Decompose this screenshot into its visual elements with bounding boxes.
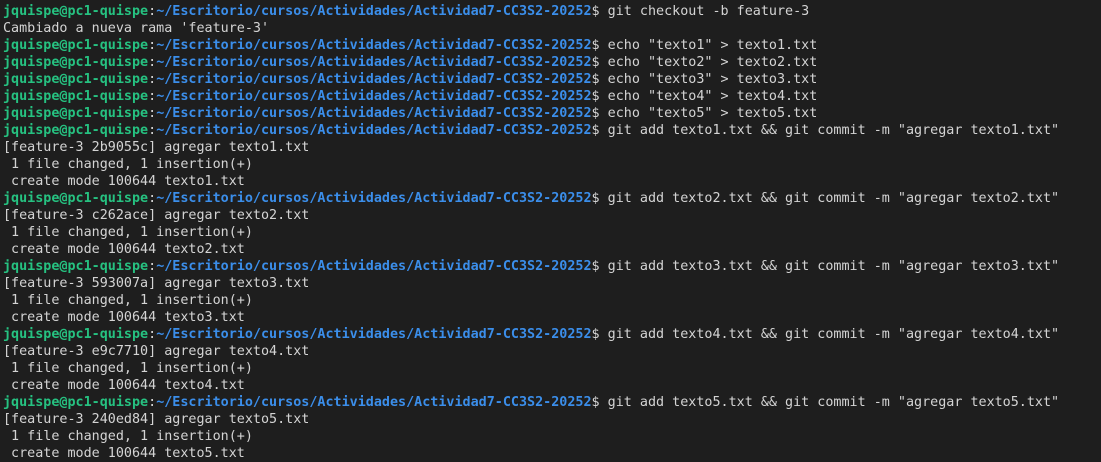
prompt-user: jquispe@pc1-quispe xyxy=(3,4,149,19)
prompt-path: ~/Escritorio/cursos/Actividades/Activida… xyxy=(156,259,592,274)
command-text: git add texto2.txt && git commit -m "agr… xyxy=(607,191,1060,206)
prompt-symbol: $ xyxy=(591,259,608,274)
prompt-user: jquispe@pc1-quispe xyxy=(3,259,149,274)
output-text: [feature-3 593007a] agregar texto3.txt xyxy=(3,276,310,291)
prompt-symbol: $ xyxy=(591,4,608,19)
output-text: [feature-3 240ed84] agregar texto5.txt xyxy=(3,412,310,427)
prompt-line: jquispe@pc1-quispe:~/Escritorio/cursos/A… xyxy=(3,105,1101,122)
prompt-symbol: $ xyxy=(591,38,608,53)
output-text: 1 file changed, 1 insertion(+) xyxy=(3,157,253,172)
prompt-path: ~/Escritorio/cursos/Actividades/Activida… xyxy=(156,327,592,342)
output-text: Cambiado a nueva rama 'feature-3' xyxy=(3,21,270,36)
command-text: git add texto1.txt && git commit -m "agr… xyxy=(607,123,1060,138)
command-text: echo "texto1" > texto1.txt xyxy=(607,38,818,53)
output-line: create mode 100644 texto2.txt xyxy=(3,241,1101,258)
output-text: 1 file changed, 1 insertion(+) xyxy=(3,293,253,308)
prompt-separator: : xyxy=(148,72,157,87)
prompt-path: ~/Escritorio/cursos/Actividades/Activida… xyxy=(156,55,592,70)
prompt-separator: : xyxy=(148,395,157,410)
output-line: [feature-3 c262ace] agregar texto2.txt xyxy=(3,207,1101,224)
output-text: create mode 100644 texto5.txt xyxy=(3,446,245,461)
command-text: git add texto3.txt && git commit -m "agr… xyxy=(607,259,1060,274)
output-line: 1 file changed, 1 insertion(+) xyxy=(3,224,1101,241)
output-text: 1 file changed, 1 insertion(+) xyxy=(3,361,253,376)
output-line: create mode 100644 texto1.txt xyxy=(3,173,1101,190)
prompt-user: jquispe@pc1-quispe xyxy=(3,55,149,70)
prompt-user: jquispe@pc1-quispe xyxy=(3,38,149,53)
output-line: Cambiado a nueva rama 'feature-3' xyxy=(3,20,1101,37)
prompt-separator: : xyxy=(148,55,157,70)
output-line: 1 file changed, 1 insertion(+) xyxy=(3,360,1101,377)
command-text: echo "texto3" > texto3.txt xyxy=(607,72,818,87)
output-text: 1 file changed, 1 insertion(+) xyxy=(3,429,253,444)
prompt-path: ~/Escritorio/cursos/Actividades/Activida… xyxy=(156,395,592,410)
prompt-path: ~/Escritorio/cursos/Actividades/Activida… xyxy=(156,123,592,138)
output-text: [feature-3 c262ace] agregar texto2.txt xyxy=(3,208,310,223)
prompt-symbol: $ xyxy=(591,72,608,87)
command-text: echo "texto2" > texto2.txt xyxy=(607,55,818,70)
prompt-separator: : xyxy=(148,259,157,274)
prompt-line: jquispe@pc1-quispe:~/Escritorio/cursos/A… xyxy=(3,88,1101,105)
prompt-line: jquispe@pc1-quispe:~/Escritorio/cursos/A… xyxy=(3,394,1101,411)
prompt-path: ~/Escritorio/cursos/Actividades/Activida… xyxy=(156,191,592,206)
prompt-path: ~/Escritorio/cursos/Actividades/Activida… xyxy=(156,4,592,19)
output-text: create mode 100644 texto4.txt xyxy=(3,378,245,393)
prompt-symbol: $ xyxy=(591,89,608,104)
prompt-line: jquispe@pc1-quispe:~/Escritorio/cursos/A… xyxy=(3,3,1101,20)
prompt-user: jquispe@pc1-quispe xyxy=(3,395,149,410)
prompt-separator: : xyxy=(148,89,157,104)
prompt-user: jquispe@pc1-quispe xyxy=(3,106,149,121)
command-text: git add texto4.txt && git commit -m "agr… xyxy=(607,327,1060,342)
prompt-symbol: $ xyxy=(591,327,608,342)
prompt-path: ~/Escritorio/cursos/Actividades/Activida… xyxy=(156,89,592,104)
prompt-line: jquispe@pc1-quispe:~/Escritorio/cursos/A… xyxy=(3,326,1101,343)
output-line: 1 file changed, 1 insertion(+) xyxy=(3,292,1101,309)
command-text: git checkout -b feature-3 xyxy=(607,4,810,19)
prompt-separator: : xyxy=(148,38,157,53)
output-text: create mode 100644 texto3.txt xyxy=(3,310,245,325)
prompt-symbol: $ xyxy=(591,106,608,121)
output-line: 1 file changed, 1 insertion(+) xyxy=(3,428,1101,445)
prompt-user: jquispe@pc1-quispe xyxy=(3,327,149,342)
prompt-user: jquispe@pc1-quispe xyxy=(3,89,149,104)
output-text: [feature-3 e9c7710] agregar texto4.txt xyxy=(3,344,310,359)
prompt-separator: : xyxy=(148,327,157,342)
output-line: [feature-3 2b9055c] agregar texto1.txt xyxy=(3,139,1101,156)
output-text: 1 file changed, 1 insertion(+) xyxy=(3,225,253,240)
command-text: echo "texto5" > texto5.txt xyxy=(607,106,818,121)
prompt-separator: : xyxy=(148,106,157,121)
prompt-user: jquispe@pc1-quispe xyxy=(3,123,149,138)
output-text: create mode 100644 texto2.txt xyxy=(3,242,245,257)
prompt-line: jquispe@pc1-quispe:~/Escritorio/cursos/A… xyxy=(3,71,1101,88)
terminal-output[interactable]: jquispe@pc1-quispe:~/Escritorio/cursos/A… xyxy=(0,0,1101,462)
output-line: [feature-3 240ed84] agregar texto5.txt xyxy=(3,411,1101,428)
prompt-user: jquispe@pc1-quispe xyxy=(3,72,149,87)
prompt-line: jquispe@pc1-quispe:~/Escritorio/cursos/A… xyxy=(3,54,1101,71)
prompt-symbol: $ xyxy=(591,395,608,410)
output-text: create mode 100644 texto1.txt xyxy=(3,174,245,189)
prompt-symbol: $ xyxy=(591,55,608,70)
prompt-line: jquispe@pc1-quispe:~/Escritorio/cursos/A… xyxy=(3,190,1101,207)
prompt-separator: : xyxy=(148,191,157,206)
prompt-user: jquispe@pc1-quispe xyxy=(3,191,149,206)
output-line: [feature-3 e9c7710] agregar texto4.txt xyxy=(3,343,1101,360)
prompt-line: jquispe@pc1-quispe:~/Escritorio/cursos/A… xyxy=(3,122,1101,139)
prompt-path: ~/Escritorio/cursos/Actividades/Activida… xyxy=(156,72,592,87)
prompt-separator: : xyxy=(148,4,157,19)
output-line: create mode 100644 texto5.txt xyxy=(3,445,1101,462)
output-line: 1 file changed, 1 insertion(+) xyxy=(3,156,1101,173)
prompt-separator: : xyxy=(148,123,157,138)
output-line: create mode 100644 texto4.txt xyxy=(3,377,1101,394)
prompt-path: ~/Escritorio/cursos/Actividades/Activida… xyxy=(156,106,592,121)
prompt-line: jquispe@pc1-quispe:~/Escritorio/cursos/A… xyxy=(3,37,1101,54)
prompt-symbol: $ xyxy=(591,191,608,206)
output-line: [feature-3 593007a] agregar texto3.txt xyxy=(3,275,1101,292)
output-text: [feature-3 2b9055c] agregar texto1.txt xyxy=(3,140,310,155)
prompt-path: ~/Escritorio/cursos/Actividades/Activida… xyxy=(156,38,592,53)
command-text: echo "texto4" > texto4.txt xyxy=(607,89,818,104)
prompt-symbol: $ xyxy=(591,123,608,138)
output-line: create mode 100644 texto3.txt xyxy=(3,309,1101,326)
command-text: git add texto5.txt && git commit -m "agr… xyxy=(607,395,1060,410)
prompt-line: jquispe@pc1-quispe:~/Escritorio/cursos/A… xyxy=(3,258,1101,275)
